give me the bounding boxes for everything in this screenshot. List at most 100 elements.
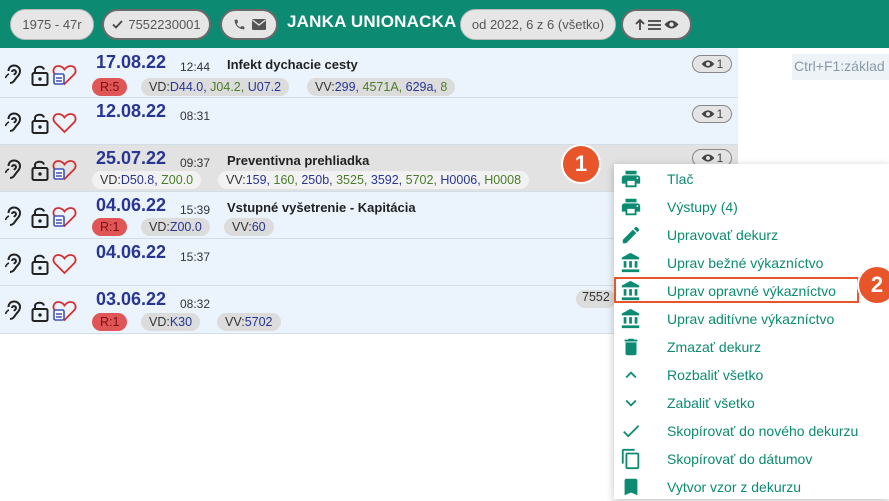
step-badge-1: 1 (561, 144, 601, 184)
menu-item-copy-to-dates[interactable]: Skopírovať do dátumov (614, 445, 889, 473)
vd-prefix: VD: (100, 173, 121, 187)
row-icons (5, 159, 77, 183)
vv-prefix: VV: (315, 80, 335, 94)
vd-chip: VD: Z00.0 (141, 218, 210, 236)
view-count: 1 (716, 151, 724, 165)
diagnosis-code: J04.2, (210, 80, 245, 94)
procedure-code: 5702 (244, 315, 273, 329)
menu-lines-icon (647, 19, 661, 30)
vv-chip: VV: 5702 (217, 313, 281, 331)
ear-icon (5, 253, 22, 273)
heart-icon (52, 113, 77, 134)
printer-icon (621, 170, 641, 188)
menu-item-label: Skopírovať do dátumov (667, 451, 813, 467)
eye-icon (701, 60, 715, 68)
chevron-up-icon (625, 371, 637, 379)
check-icon (112, 20, 124, 29)
entry-date: 17.08.22 (96, 52, 167, 72)
menu-item-expand-all[interactable]: Rozbaliť všetko (614, 361, 889, 389)
procedure-code: 629a, (405, 80, 437, 94)
entry-time: 15:37 (180, 250, 211, 264)
menu-item-edit-regular-reporting[interactable]: Uprav bežné výkazníctvo (614, 249, 889, 277)
menu-item-copy-to-new-record[interactable]: Skopírovať do nového dekurzu (614, 417, 889, 445)
vv-prefix: VV: (232, 220, 252, 234)
procedure-code: 160, (273, 173, 298, 187)
pencil-icon (622, 226, 640, 244)
procedure-code: H0008 (484, 173, 522, 187)
trash-icon (624, 338, 638, 356)
entry-title: Preventivna prehliadka (227, 153, 370, 168)
phone-text: 7552230001 (128, 17, 201, 32)
eye-icon (664, 20, 678, 29)
contact-pill[interactable] (220, 9, 278, 40)
menu-item-delete-record[interactable]: Zmazať dekurz (614, 333, 889, 361)
phone-chip: 7552 (576, 290, 616, 308)
view-count-badge[interactable]: 1 (692, 105, 732, 123)
menu-item-label: Uprav opravné výkazníctvo (667, 283, 836, 299)
procedure-code: 3525, (336, 173, 368, 187)
phone-pill[interactable]: 7552230001 (102, 9, 211, 40)
vd-prefix: VD: (149, 315, 170, 329)
chevron-down-icon (625, 399, 637, 407)
menu-item-label: Tlač (667, 171, 694, 187)
list-item[interactable]: 17.08.22 12:44 Infekt dychacie cesty 1 R… (0, 48, 738, 98)
procedure-code: 8 (440, 80, 448, 94)
menu-item-label: Zmazať dekurz (667, 339, 761, 355)
heart-card-icon (52, 301, 77, 322)
procedure-code: 250b, (301, 173, 333, 187)
arrow-up-icon (634, 18, 645, 30)
eye-icon (701, 110, 715, 118)
menu-item-label: Rozbaliť všetko (667, 367, 764, 383)
eye-icon (701, 154, 715, 162)
entry-date: 04.06.22 (96, 242, 167, 262)
menu-item-edit-additive-reporting[interactable]: Uprav aditívne výkazníctvo (614, 305, 889, 333)
menu-item-create-template[interactable]: Vytvor vzor z dekurzu (614, 473, 889, 501)
ear-icon (5, 64, 22, 84)
sort-view-pill[interactable] (621, 9, 692, 40)
lock-open-icon (31, 160, 49, 181)
entry-title: Infekt dychacie cesty (227, 57, 358, 72)
menu-item-outputs[interactable]: Výstupy (4) (614, 193, 889, 221)
menu-item-collapse-all[interactable]: Zabaliť všetko (614, 389, 889, 417)
menu-item-edit-record[interactable]: Upravovať dekurz (614, 221, 889, 249)
top-bar: 1975 - 47r 7552230001 JANKA UNIONACKA od… (0, 0, 889, 48)
vv-chip: VV: 60 (224, 218, 274, 236)
vd-chip: VD: D44.0, J04.2, U07.2 (141, 78, 290, 96)
lock-open-icon (31, 207, 49, 228)
entry-time: 15:39 (180, 203, 211, 217)
lock-open-icon (31, 301, 49, 322)
entry-date: 04.06.22 (96, 195, 167, 215)
view-count-badge[interactable]: 1 (692, 55, 732, 73)
ear-icon (5, 300, 22, 320)
entry-time: 12:44 (180, 60, 211, 74)
heart-card-icon (52, 160, 77, 181)
heart-icon (52, 254, 77, 275)
diagnosis-code: Z00.0 (169, 220, 202, 234)
birth-pill[interactable]: 1975 - 47r (10, 9, 94, 40)
birth-text: 1975 - 47r (22, 17, 82, 32)
r-badge: R:1 (92, 218, 128, 236)
list-item[interactable]: 12.08.22 08:31 1 (0, 98, 738, 145)
context-menu: Tlač Výstupy (4) Upravovať dekurz Uprav … (614, 164, 889, 499)
diagnosis-code: U07.2 (247, 80, 282, 94)
row-icons (5, 253, 77, 277)
diagnosis-code: Z00.0 (161, 173, 194, 187)
menu-item-print[interactable]: Tlač (614, 165, 889, 193)
row-icons (5, 206, 77, 230)
r-badge: R:1 (92, 313, 128, 331)
diagnosis-code: D50.8, (120, 173, 158, 187)
vd-prefix: VD: (149, 80, 170, 94)
diagnosis-code: K30 (169, 315, 193, 329)
menu-item-edit-corrective-reporting[interactable]: Uprav opravné výkazníctvo (614, 277, 859, 303)
entry-time: 08:32 (180, 297, 211, 311)
entry-date: 12.08.22 (96, 101, 167, 121)
heart-card-icon (52, 207, 77, 228)
ear-icon (5, 159, 22, 179)
entry-time: 09:37 (180, 156, 211, 170)
menu-item-label: Zabaliť všetko (667, 395, 755, 411)
bank-icon (621, 280, 640, 301)
lock-open-icon (31, 65, 49, 86)
filter-pill[interactable]: od 2022, 6 z 6 (všetko) (460, 9, 616, 40)
menu-item-label: Upravovať dekurz (667, 227, 779, 243)
ear-icon (5, 112, 22, 132)
